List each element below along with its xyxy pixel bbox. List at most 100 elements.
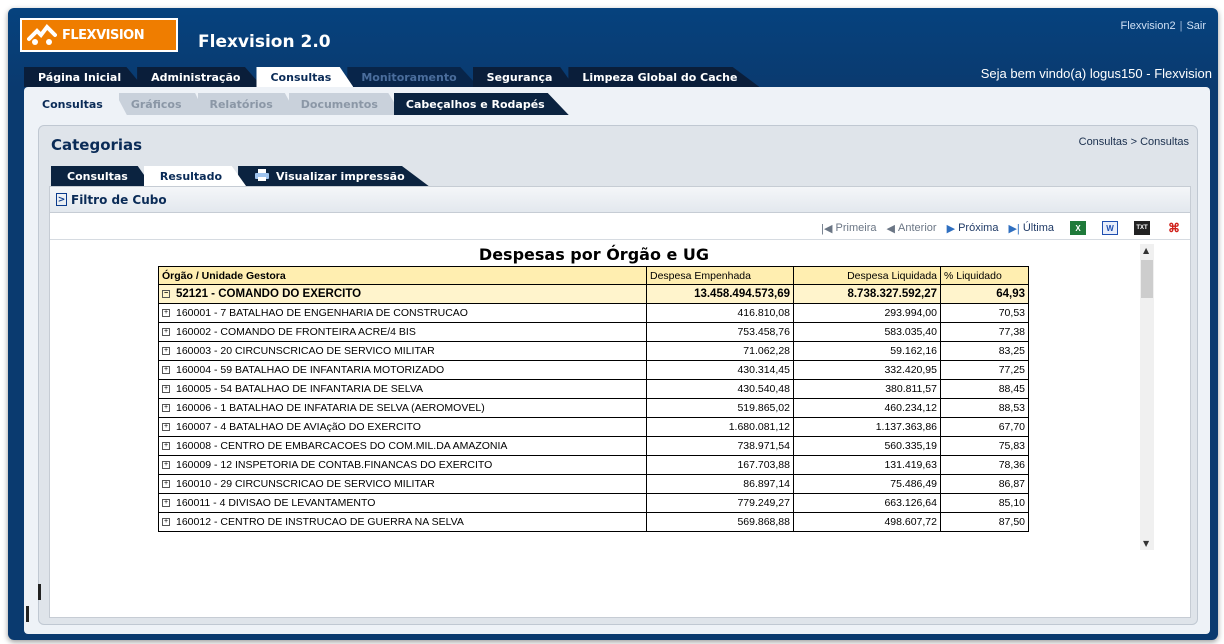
tab-consultas-query[interactable]: Consultas (51, 166, 152, 186)
row-empenhada: 71.062,28 (646, 341, 794, 361)
row-empenhada: 86.897,14 (646, 474, 794, 494)
table-row[interactable]: +160005 - 54 BATALHAO DE INFANTARIA DE S… (158, 379, 1029, 399)
expand-row-icon[interactable]: + (162, 423, 170, 432)
row-pct: 88,53 (940, 398, 1029, 418)
row-liquidada: 332.420,95 (793, 360, 941, 380)
expand-row-icon[interactable]: + (162, 309, 170, 318)
logout-link[interactable]: Sair (1186, 20, 1206, 32)
pager-next[interactable]: ▶ Próxima (947, 222, 999, 235)
row-name: 160006 - 1 BATALHAO DE INFATARIA DE SELV… (176, 402, 485, 414)
expand-row-icon[interactable]: + (162, 328, 170, 337)
prev-page-icon: ◀ (886, 222, 895, 235)
row-name: 160005 - 54 BATALHAO DE INFANTARIA DE SE… (176, 383, 424, 395)
subtab-consultas[interactable]: Consultas (30, 93, 127, 115)
tab-pagina-inicial[interactable]: Página Inicial (24, 67, 144, 87)
excel-export-icon[interactable]: X (1070, 221, 1086, 235)
pager-prev[interactable]: ◀ Anterior (887, 222, 937, 235)
row-name: 160007 - 4 BATALHAO DE AVIAçãO DO EXERCI… (176, 421, 421, 433)
table-row[interactable]: +160004 - 59 BATALHAO DE INFANTARIA MOTO… (158, 360, 1029, 380)
expand-row-icon[interactable]: + (162, 480, 170, 489)
subtab-relatorios[interactable]: Relatórios (197, 93, 297, 115)
pager-first[interactable]: |◀ Primeira (821, 222, 876, 235)
cube-filter-label: Filtro de Cubo (71, 192, 167, 207)
col-header-liquidada: Despesa Liquidada (793, 266, 941, 285)
row-pct: 88,45 (940, 379, 1029, 399)
pager: |◀ Primeira ◀ Anterior ▶ Próxima ▶| Últi… (811, 221, 1182, 235)
table-row[interactable]: +160008 - CENTRO DE EMBARCACOES DO COM.M… (158, 436, 1029, 456)
expand-row-icon[interactable]: + (162, 385, 170, 394)
expand-row-icon[interactable]: + (162, 366, 170, 375)
tab-consultas[interactable]: Consultas (256, 67, 354, 87)
breadcrumb: Consultas > Consultas (1078, 136, 1189, 148)
row-pct: 78,36 (940, 455, 1029, 475)
brand-logo[interactable]: FLEXVISION (20, 18, 178, 52)
report-scrollbar[interactable]: ▲ ▼ (1140, 244, 1154, 550)
row-empenhada: 167.703,88 (646, 455, 794, 475)
user-links: Flexvision2 | Sair (1120, 20, 1206, 32)
table-row[interactable]: +160011 - 4 DIVISAO DE LEVANTAMENTO 779.2… (158, 493, 1029, 513)
scroll-down-icon[interactable]: ▼ (1143, 539, 1149, 548)
expand-row-icon[interactable]: + (162, 347, 170, 356)
table-row[interactable]: +160002 - COMANDO DE FRONTEIRA ACRE/4 BI… (158, 322, 1029, 342)
pager-last[interactable]: ▶| Última (1008, 222, 1054, 235)
content-panel: Consultas Gráficos Relatórios Documentos… (24, 87, 1210, 634)
report-title: Despesas por Órgão e UG (478, 245, 710, 264)
row-name: 160002 - COMANDO DE FRONTEIRA ACRE/4 BIS (176, 326, 416, 338)
row-name: 160003 - 20 CIRCUNSCRICAO DE SERVICO MIL… (176, 345, 435, 357)
side-expand-handle[interactable] (26, 606, 29, 622)
expand-icon[interactable]: > (56, 193, 67, 206)
table-row[interactable]: +160012 - CENTRO DE INSTRUCAO DE GUERRA … (158, 512, 1029, 532)
subtab-documentos[interactable]: Documentos (288, 93, 402, 115)
table-row[interactable]: +160009 - 12 INSPETORIA DE CONTAB.FINANC… (158, 455, 1029, 475)
report-table: Órgão / Unidade Gestora Despesa Empenhad… (158, 266, 1029, 532)
expand-row-icon[interactable]: + (162, 461, 170, 470)
table-row[interactable]: +160006 - 1 BATALHAO DE INFATARIA DE SEL… (158, 398, 1029, 418)
row-liquidada: 498.607,72 (793, 512, 941, 532)
row-name: 160012 - CENTRO DE INSTRUCAO DE GUERRA N… (176, 516, 464, 528)
row-empenhada: 753.458,76 (646, 322, 794, 342)
side-collapse-handle[interactable] (38, 584, 41, 600)
group-row[interactable]: −52121 - COMANDO DO EXERCITO 13.458.494.… (158, 284, 1029, 304)
row-liquidada: 75.486,49 (793, 474, 941, 494)
table-row[interactable]: +160010 - 29 CIRCUNSCRICAO DE SERVICO MI… (158, 474, 1029, 494)
cube-filter-bar[interactable]: > Filtro de Cubo (50, 187, 1190, 213)
scroll-thumb[interactable] (1141, 260, 1153, 298)
word-export-icon[interactable]: W (1102, 221, 1118, 235)
row-liquidada: 131.419,63 (793, 455, 941, 475)
report-area: Despesas por Órgão e UG Órgão / Unidade … (50, 239, 1190, 617)
expand-row-icon[interactable]: + (162, 442, 170, 451)
expand-row-icon[interactable]: + (162, 404, 170, 413)
txt-export-icon[interactable]: TXT (1134, 221, 1150, 235)
expand-row-icon[interactable]: + (162, 518, 170, 527)
col-header-orgao: Órgão / Unidade Gestora (158, 266, 647, 285)
result-workspace: > Filtro de Cubo |◀ Primeira ◀ Anterior … (49, 186, 1191, 618)
last-page-icon: ▶| (1008, 222, 1020, 235)
printer-icon (254, 168, 270, 184)
table-row[interactable]: +160001 - 7 BATALHAO DE ENGENHARIA DE CO… (158, 303, 1029, 323)
row-empenhada: 519.865,02 (646, 398, 794, 418)
tab-administracao[interactable]: Administração (137, 67, 263, 87)
tab-limpeza-cache[interactable]: Limpeza Global do Cache (568, 67, 760, 87)
tab-visualizar-impressao[interactable]: Visualizar impressão (238, 166, 429, 186)
row-empenhada: 738.971,54 (646, 436, 794, 456)
expand-row-icon[interactable]: + (162, 499, 170, 508)
row-pct: 67,70 (940, 417, 1029, 437)
row-empenhada: 430.314,45 (646, 360, 794, 380)
collapse-icon[interactable]: − (162, 289, 170, 298)
subtab-graficos[interactable]: Gráficos (118, 93, 206, 115)
tab-resultado[interactable]: Resultado (143, 166, 247, 186)
app-frame: FLEXVISION Flexvision 2.0 Flexvision2 | Sa… (8, 8, 1218, 640)
row-name: 160011 - 4 DIVISAO DE LEVANTAMENTO (176, 497, 376, 509)
tab-seguranca[interactable]: Segurança (472, 67, 575, 87)
brand-name: FLEXVISION (62, 27, 145, 43)
subtab-cabecalhos-rodapes[interactable]: Cabeçalhos e Rodapés (393, 93, 569, 115)
pdf-export-icon[interactable]: ⌘ (1166, 221, 1182, 235)
user-link[interactable]: Flexvision2 (1121, 20, 1176, 32)
table-row[interactable]: +160007 - 4 BATALHAO DE AVIAçãO DO EXERC… (158, 417, 1029, 437)
row-name: 160008 - CENTRO DE EMBARCACOES DO COM.MI… (176, 440, 508, 452)
table-row[interactable]: +160003 - 20 CIRCUNSCRICAO DE SERVICO MI… (158, 341, 1029, 361)
welcome-message: Seja bem vindo(a) logus150 - Flexvision (980, 66, 1212, 81)
logo-icon (22, 20, 62, 50)
row-name: 160004 - 59 BATALHAO DE INFANTARIA MOTOR… (176, 364, 445, 376)
scroll-up-icon[interactable]: ▲ (1143, 246, 1149, 255)
